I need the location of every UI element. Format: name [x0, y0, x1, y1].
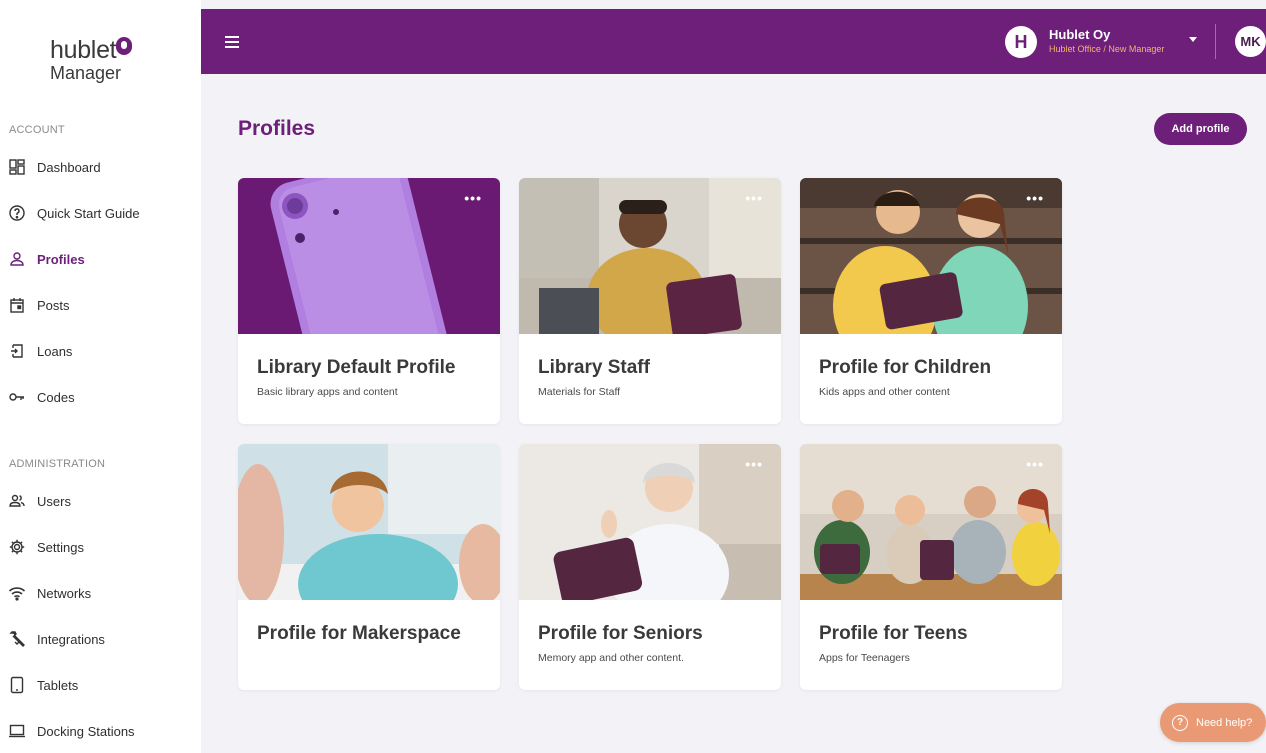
profile-card-description: Memory app and other content.: [538, 652, 684, 664]
sidebar-item-users[interactable]: Users: [0, 484, 201, 518]
question-icon: ?: [1172, 714, 1188, 731]
sidebar-item-label: Users: [37, 493, 71, 509]
profile-card-description: Basic library apps and content: [257, 386, 398, 398]
card-more-options-icon[interactable]: •••: [1026, 457, 1044, 471]
dashboard-icon: [7, 157, 27, 177]
loan-icon: [7, 341, 27, 361]
sidebar-item-label: Integrations: [37, 631, 105, 647]
sidebar-item-loans[interactable]: Loans: [0, 334, 201, 368]
profile-card-title: Profile for Teens: [819, 623, 968, 644]
sidebar-item-posts[interactable]: Posts: [0, 288, 201, 322]
person-icon: [7, 249, 27, 269]
key-icon: [7, 387, 27, 407]
calendar-icon: [7, 295, 27, 315]
wifi-icon: [7, 583, 27, 603]
sidebar-item-dashboard[interactable]: Dashboard: [0, 150, 201, 184]
profile-card-image: [519, 444, 781, 600]
org-name[interactable]: Hublet Oy: [1049, 27, 1110, 42]
hublet-manager-logo[interactable]: hublet Manager: [50, 37, 160, 94]
need-help-label: Need help?: [1196, 716, 1253, 729]
sidebar-item-quick-start-guide[interactable]: Quick Start Guide: [0, 196, 201, 230]
org-location: Hublet Office / New Manager: [1049, 44, 1165, 54]
need-help-button[interactable]: ? Need help?: [1160, 703, 1266, 742]
profile-card-title: Profile for Makerspace: [257, 623, 461, 644]
logo-dot-icon: [116, 37, 132, 55]
sidebar-item-integrations[interactable]: Integrations: [0, 622, 201, 656]
users-icon: [7, 491, 27, 511]
profile-card-title: Library Default Profile: [257, 357, 456, 378]
hamburger-menu-icon[interactable]: [225, 36, 239, 48]
profile-card-description: Apps for Teenagers: [819, 652, 910, 664]
profile-card-title: Library Staff: [538, 357, 650, 378]
sidebar-item-tablets[interactable]: Tablets: [0, 668, 201, 702]
profile-card-description: Kids apps and other content: [819, 386, 950, 398]
card-more-options-icon[interactable]: •••: [1026, 191, 1044, 205]
top-bar: H Hublet Oy Hublet Office / New Manager …: [201, 9, 1266, 74]
sidebar-item-label: Profiles: [37, 251, 85, 267]
profile-card-title: Profile for Children: [819, 357, 992, 378]
profile-card-children[interactable]: ••• Profile for Children Kids apps and o…: [800, 178, 1062, 424]
page-title: Profiles: [238, 117, 316, 140]
section-label-administration: ADMINISTRATION: [9, 458, 106, 470]
add-profile-button[interactable]: Add profile: [1154, 113, 1247, 145]
gear-icon: [7, 537, 27, 557]
profile-card-makerspace[interactable]: Profile for Makerspace: [238, 444, 500, 690]
card-more-options-icon[interactable]: •••: [464, 191, 482, 205]
sidebar-item-label: Settings: [37, 539, 84, 555]
sidebar-item-label: Codes: [37, 389, 75, 405]
profile-card-description: Materials for Staff: [538, 386, 621, 398]
tablet-icon: [7, 675, 27, 695]
laptop-icon: [7, 721, 27, 741]
profile-card-image: [800, 444, 1062, 600]
sidebar-item-label: Loans: [37, 343, 73, 359]
sidebar-item-label: Quick Start Guide: [37, 205, 140, 221]
sidebar-item-label: Posts: [37, 297, 70, 313]
topbar-divider: [1215, 24, 1216, 59]
profile-card-image: [800, 178, 1062, 334]
sidebar-item-label: Docking Stations: [37, 723, 135, 739]
profile-card-image: [238, 178, 500, 334]
profile-card-library-staff[interactable]: ••• Library Staff Materials for Staff: [519, 178, 781, 424]
profile-card-title: Profile for Seniors: [538, 623, 703, 644]
sidebar-item-profiles[interactable]: Profiles: [0, 242, 201, 276]
section-label-account: ACCOUNT: [9, 124, 65, 136]
org-avatar[interactable]: H: [1005, 26, 1037, 58]
profile-card-seniors[interactable]: ••• Profile for Seniors Memory app and o…: [519, 444, 781, 690]
sidebar: hublet Manager ACCOUNT Dashboard Quick S…: [0, 0, 201, 753]
sidebar-item-label: Tablets: [37, 677, 79, 693]
card-more-options-icon[interactable]: •••: [745, 457, 763, 471]
org-dropdown-chevron-icon[interactable]: [1189, 37, 1197, 42]
profile-card-library-default[interactable]: ••• Library Default Profile Basic librar…: [238, 178, 500, 424]
sidebar-item-label: Networks: [37, 585, 92, 601]
profile-card-image: [238, 444, 500, 600]
profile-card-teens[interactable]: ••• Profile for Teens Apps for Teenagers: [800, 444, 1062, 690]
sidebar-item-codes[interactable]: Codes: [0, 380, 201, 414]
sidebar-item-label: Dashboard: [37, 159, 101, 175]
user-avatar[interactable]: MK: [1235, 26, 1266, 57]
profile-card-image: [519, 178, 781, 334]
sidebar-item-docking-stations[interactable]: Docking Stations: [0, 714, 201, 748]
question-circle-icon: [7, 203, 27, 223]
sidebar-item-networks[interactable]: Networks: [0, 576, 201, 610]
sidebar-item-settings[interactable]: Settings: [0, 530, 201, 564]
card-more-options-icon[interactable]: •••: [745, 191, 763, 205]
wrench-icon: [7, 629, 27, 649]
